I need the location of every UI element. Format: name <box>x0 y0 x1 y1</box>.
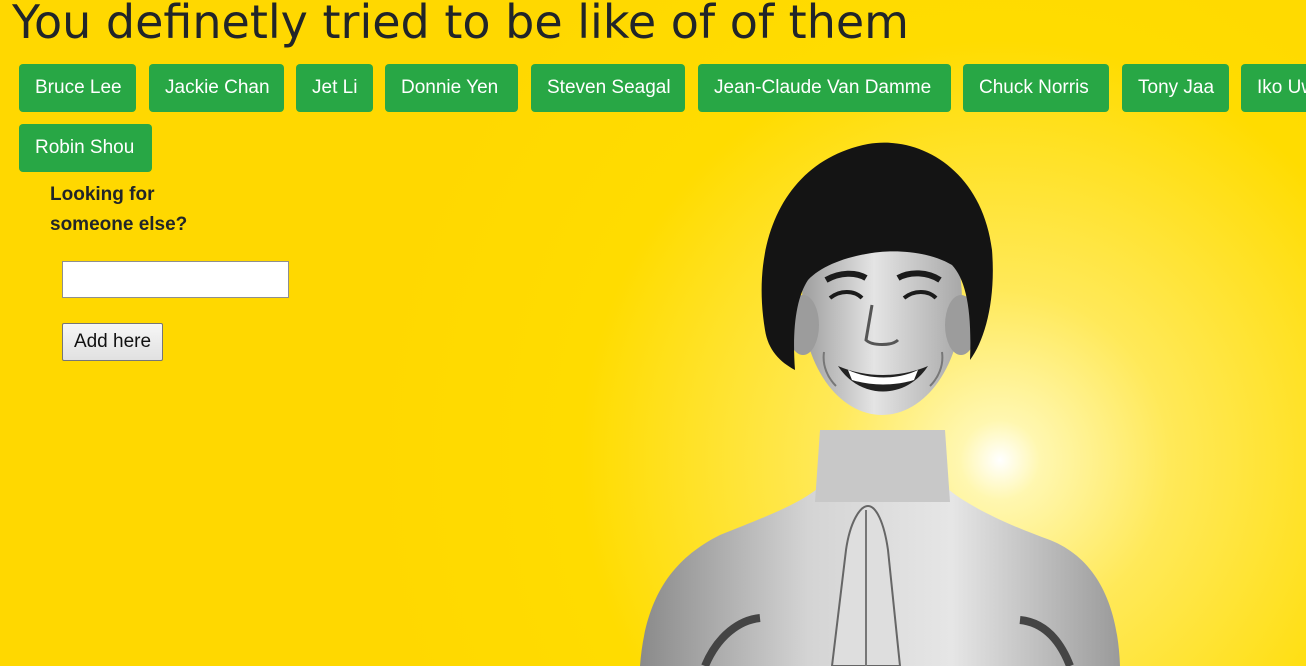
actor-button-iko-uwais[interactable]: Iko Uwais <box>1241 64 1306 112</box>
actor-button-donnie-yen[interactable]: Donnie Yen <box>385 64 518 112</box>
actor-button-chuck-norris[interactable]: Chuck Norris <box>963 64 1109 112</box>
add-here-button[interactable]: Add here <box>62 323 163 361</box>
name-input[interactable] <box>62 261 289 298</box>
add-person-label: Looking for someone else? <box>50 184 188 235</box>
actor-button-robin-shou[interactable]: Robin Shou <box>19 124 152 172</box>
actor-button-jean-claude-van-damme[interactable]: Jean-Claude Van Damme <box>698 64 951 112</box>
actor-buttons-row-1: Bruce Lee Jackie Chan Jet Li Donnie Yen … <box>19 64 1306 112</box>
bruce-lee-photo <box>640 142 1120 666</box>
actor-button-steven-seagal[interactable]: Steven Seagal <box>531 64 685 112</box>
actor-button-bruce-lee[interactable]: Bruce Lee <box>19 64 136 112</box>
page-title: You definetly tried to be like of of the… <box>12 0 909 49</box>
actor-button-jackie-chan[interactable]: Jackie Chan <box>149 64 284 112</box>
actor-button-jet-li[interactable]: Jet Li <box>296 64 373 112</box>
actor-button-tony-jaa[interactable]: Tony Jaa <box>1122 64 1229 112</box>
